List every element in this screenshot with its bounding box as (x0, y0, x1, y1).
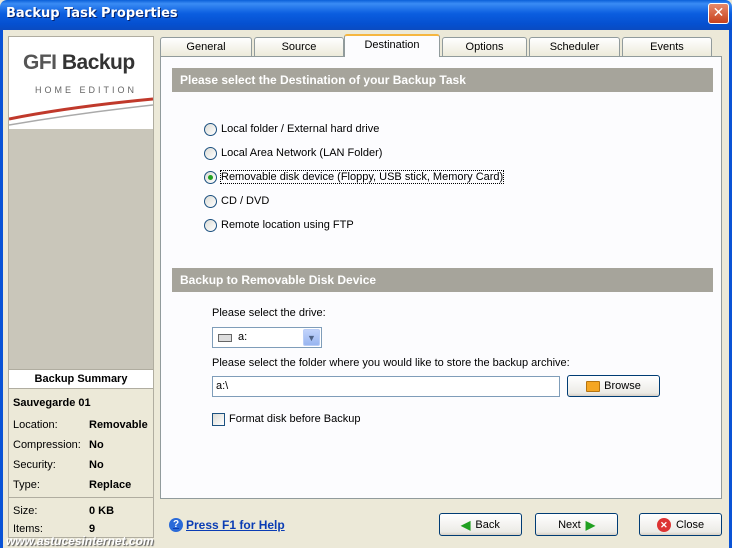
option-local-folder[interactable]: Local folder / External hard drive (204, 121, 379, 137)
next-button[interactable]: Next ▶ (535, 513, 618, 536)
option-cd-dvd[interactable]: CD / DVD (204, 193, 269, 209)
radio-lan-folder[interactable] (204, 146, 217, 160)
tab-strip: General Source Destination Options Sched… (160, 34, 712, 57)
help-link[interactable]: ? Press F1 for Help (169, 518, 285, 532)
close-button[interactable]: ✕ Close (639, 513, 722, 536)
format-disk-checkbox[interactable] (212, 413, 225, 426)
back-button[interactable]: ◀ Back (439, 513, 522, 536)
tab-source[interactable]: Source (254, 37, 344, 57)
backup-summary-heading: Backup Summary (9, 369, 153, 389)
format-disk-label: Format disk before Backup (229, 413, 361, 425)
left-panel: GFI Backup HOME EDITION Backup Summary S… (8, 36, 154, 538)
drive-label: Please select the drive: (212, 307, 326, 319)
option-lan-folder[interactable]: Local Area Network (LAN Folder) (204, 145, 382, 161)
option-ftp[interactable]: Remote location using FTP (204, 217, 354, 233)
removable-heading: Backup to Removable Disk Device (172, 268, 713, 292)
radio-local-folder[interactable] (204, 122, 217, 136)
tab-destination[interactable]: Destination (344, 34, 440, 57)
browse-button[interactable]: Browse (567, 375, 660, 397)
summary-divider (9, 497, 153, 498)
logo-name: Backup (61, 51, 135, 74)
chevron-down-icon[interactable]: ▼ (303, 329, 320, 346)
window-close-button[interactable]: ✕ (708, 3, 729, 24)
gfi-backup-logo: GFI Backup HOME EDITION (9, 37, 153, 129)
radio-ftp[interactable] (204, 218, 217, 232)
drive-icon (218, 334, 232, 342)
next-arrow-icon: ▶ (585, 517, 595, 532)
radio-removable-disk[interactable] (204, 170, 217, 184)
tab-events[interactable]: Events (622, 37, 712, 57)
window-title: Backup Task Properties (6, 6, 178, 21)
destination-heading: Please select the Destination of your Ba… (172, 68, 713, 92)
folder-label: Please select the folder where you would… (212, 357, 570, 369)
title-bar: Backup Task Properties ✕ (0, 0, 732, 30)
destination-panel: Please select the Destination of your Ba… (160, 56, 722, 499)
folder-icon (586, 380, 601, 392)
tab-general[interactable]: General (160, 37, 252, 57)
logo-prefix: GFI (23, 51, 57, 74)
logo-edition: HOME EDITION (35, 85, 138, 95)
backup-summary: Sauvegarde 01 Location: Removable Compres… (9, 389, 153, 537)
window-frame-left (0, 30, 3, 548)
folder-path-input[interactable]: a:\ (212, 376, 560, 397)
summary-task-name: Sauvegarde 01 (13, 397, 91, 409)
close-x-icon: ✕ (656, 517, 671, 532)
watermark: www.astucesinternet.com (6, 534, 154, 548)
back-arrow-icon: ◀ (461, 517, 471, 532)
drive-select[interactable]: a: ▼ (212, 327, 322, 348)
tab-options[interactable]: Options (442, 37, 527, 57)
radio-cd-dvd[interactable] (204, 194, 217, 208)
logo-swoosh-icon (9, 97, 153, 126)
tab-scheduler[interactable]: Scheduler (529, 37, 620, 57)
option-removable-disk[interactable]: Removable disk device (Floppy, USB stick… (204, 169, 505, 185)
help-icon: ? (169, 518, 183, 532)
